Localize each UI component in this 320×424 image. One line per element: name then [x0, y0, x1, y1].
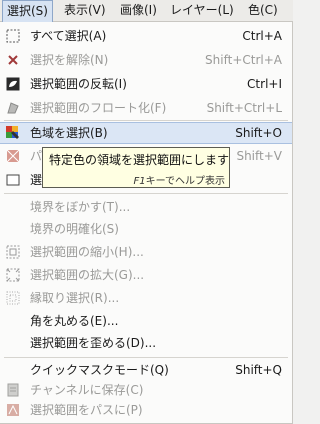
menu-item-invert[interactable]: 選択範囲の反転(I) Ctrl+I [0, 73, 292, 95]
menu-item-to-path[interactable]: 選択範囲をパスに(P) [0, 399, 292, 421]
menu-item-label: 境界の明確化(S) [30, 222, 119, 236]
menu-item-shrink[interactable]: 選択範囲の縮小(H)... [0, 241, 292, 263]
menu-item-label: パ [30, 149, 43, 163]
menu-item-select-all[interactable]: すべて選択(A) Ctrl+A [0, 25, 292, 47]
menu-item-label: 角を丸める(E)... [30, 314, 119, 328]
tooltip-help: F1キーでヘルプ表示 [133, 172, 225, 187]
menu-select-label: 選択(S) [7, 4, 48, 18]
invert-selection-icon [6, 77, 20, 91]
menu-item-label: 選択範囲を歪める(D)... [30, 336, 157, 350]
menu-item-distort[interactable]: 選択範囲を歪める(D)... [0, 332, 292, 354]
menu-item-shortcut: Shift+V [236, 149, 282, 163]
select-none-icon [8, 55, 18, 65]
menu-item-label: 色域を選択(B) [30, 126, 108, 140]
menu-item-label: 選択範囲の縮小(H)... [30, 245, 144, 259]
menu-item-select-none[interactable]: 選択を解除(N) Shift+Ctrl+A [0, 49, 292, 71]
menu-item-select-by-color[interactable]: 色域を選択(B) Shift+O [0, 122, 292, 144]
menu-item-label: 境界をぼかす(T)... [30, 200, 131, 214]
menu-item-shortcut: Ctrl+I [247, 77, 282, 91]
menu-item-save-to-channel[interactable]: チャンネルに保存(C) [0, 379, 292, 401]
select-all-icon [6, 29, 20, 43]
menu-image-label: 画像(I) [120, 3, 157, 17]
menu-item-shortcut: Shift+O [235, 126, 282, 140]
menu-color[interactable]: 色(C) [244, 0, 282, 21]
menu-item-quick-mask[interactable]: クイックマスクモード(Q) Shift+Q [0, 359, 292, 381]
menu-item-label: 縁取り選択(R)... [30, 291, 120, 305]
menu-item-border[interactable]: 縁取り選択(R)... [0, 287, 292, 309]
menu-item-label: 選択範囲の反転(I) [30, 77, 127, 91]
menu-item-round-corners[interactable]: 角を丸める(E)... [0, 310, 292, 332]
menu-view[interactable]: 表示(V) [60, 0, 110, 21]
shrink-selection-icon [6, 245, 20, 259]
selection-to-path-icon [7, 404, 19, 416]
menu-item-label: 選択範囲をパスに(P) [30, 403, 143, 417]
menu-item-feather[interactable]: 境界をぼかす(T)... [0, 196, 292, 218]
float-selection-icon [7, 102, 19, 114]
menu-item-label: クイックマスクモード(Q) [30, 363, 169, 377]
menu-select[interactable]: 選択(S) [2, 0, 53, 22]
select-by-color-icon [6, 126, 19, 139]
menu-separator [4, 193, 288, 194]
menu-item-sharpen[interactable]: 境界の明確化(S) [0, 218, 292, 240]
tooltip-help-text: キーでヘルプ表示 [145, 176, 225, 187]
paths-to-selection-icon [6, 149, 20, 163]
menu-image[interactable]: 画像(I) [116, 0, 161, 21]
menu-item-label: 選択範囲のフロート化(F) [30, 101, 167, 115]
menu-item-grow[interactable]: 選択範囲の拡大(G)... [0, 264, 292, 286]
menu-item-label: 選 [30, 173, 43, 187]
menu-item-shortcut: Shift+Ctrl+L [206, 101, 282, 115]
menu-separator [4, 120, 288, 121]
border-selection-icon [6, 291, 20, 305]
save-to-channel-icon [7, 383, 19, 397]
menu-layer-label: レイヤー(L) [170, 3, 234, 17]
menu-bar: 選択(S) 表示(V) 画像(I) レイヤー(L) 色(C) [0, 0, 293, 22]
grow-selection-icon [6, 268, 20, 282]
menu-item-label: チャンネルに保存(C) [30, 383, 144, 397]
menu-item-shortcut: Shift+Ctrl+A [205, 53, 282, 67]
menu-layer[interactable]: レイヤー(L) [166, 0, 238, 21]
menu-item-shortcut: Ctrl+A [242, 29, 282, 43]
menu-view-label: 表示(V) [64, 3, 106, 17]
menu-item-label: 選択範囲の拡大(G)... [30, 268, 145, 282]
menu-color-label: 色(C) [248, 3, 278, 17]
tooltip-text: 特定色の領域を選択範囲にします [49, 153, 230, 167]
menu-item-float[interactable]: 選択範囲のフロート化(F) Shift+Ctrl+L [0, 97, 292, 119]
select-menu-dropdown: すべて選択(A) Ctrl+A 選択を解除(N) Shift+Ctrl+A 選択… [0, 22, 293, 424]
menu-item-label: 選択を解除(N) [30, 53, 109, 67]
tooltip: 特定色の領域を選択範囲にします F1キーでヘルプ表示 [42, 147, 230, 188]
selection-editor-icon [6, 174, 20, 186]
menu-separator [4, 357, 288, 358]
menu-item-label: すべて選択(A) [30, 29, 107, 43]
tooltip-help-key: F1 [133, 176, 146, 187]
menu-item-shortcut: Shift+Q [235, 363, 282, 377]
